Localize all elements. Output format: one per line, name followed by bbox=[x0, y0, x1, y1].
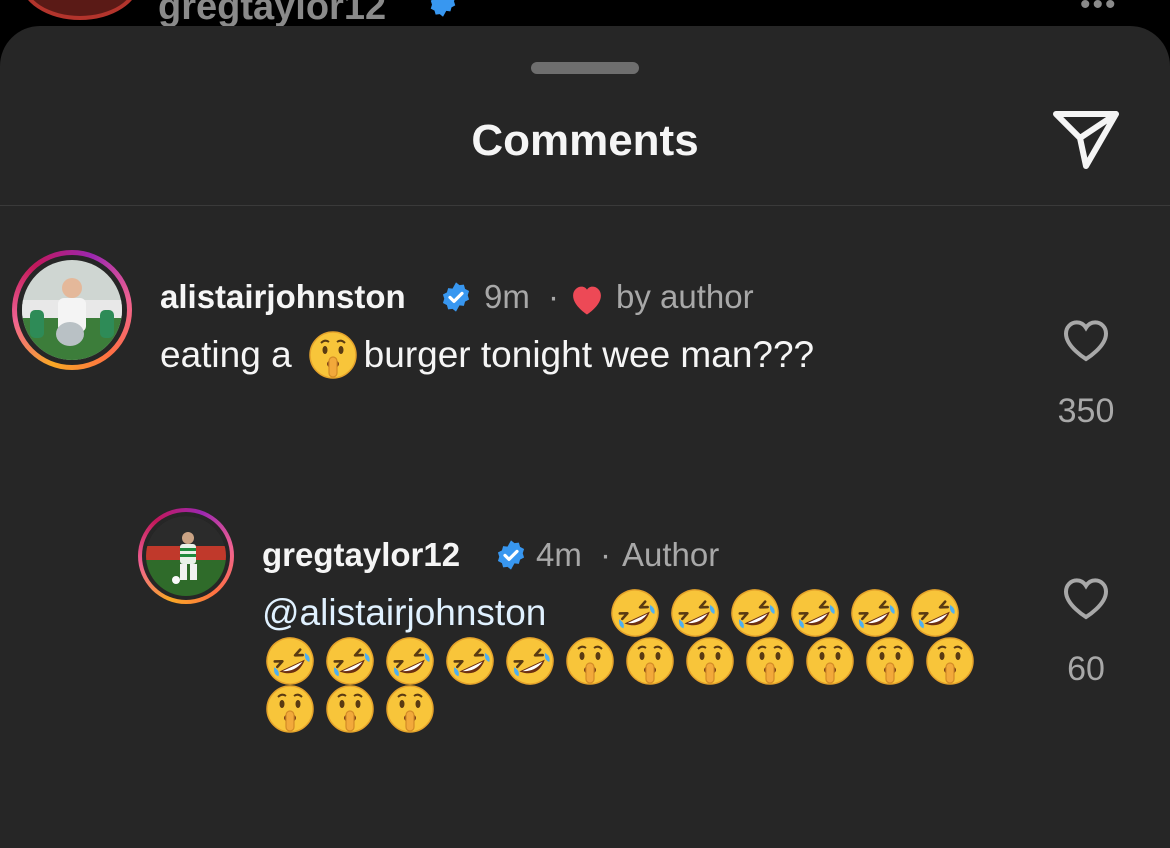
verified-badge-icon bbox=[442, 282, 470, 312]
sheet-title: Comments bbox=[471, 116, 699, 165]
comments-sheet: Comments alistairjohnston 9m · by author… bbox=[0, 26, 1170, 848]
header-divider bbox=[0, 205, 1170, 206]
rolling-on-floor-laughing-emoji-icon bbox=[910, 588, 960, 638]
more-options-icon[interactable]: ••• bbox=[1080, 0, 1118, 20]
shushing-face-emoji-icon bbox=[385, 684, 435, 734]
meta-separator: · bbox=[600, 536, 611, 573]
shushing-face-emoji-icon bbox=[745, 636, 795, 686]
like-count: 60 bbox=[1067, 650, 1105, 688]
shushing-face-emoji-icon bbox=[325, 684, 375, 734]
reply-username[interactable]: gregtaylor12 bbox=[262, 536, 460, 574]
meta-separator: · bbox=[548, 278, 559, 315]
shushing-face-emoji-icon bbox=[805, 636, 855, 686]
comment-text-part: eating a bbox=[160, 334, 292, 375]
shushing-face-emoji-icon bbox=[865, 636, 915, 686]
rolling-on-floor-laughing-emoji-icon bbox=[670, 588, 720, 638]
rolling-on-floor-laughing-emoji-icon bbox=[445, 636, 495, 686]
shushing-face-emoji-icon bbox=[625, 636, 675, 686]
shushing-face-emoji-icon bbox=[925, 636, 975, 686]
shushing-face-emoji-icon bbox=[685, 636, 735, 686]
avatar[interactable] bbox=[22, 260, 122, 360]
like-count: 350 bbox=[1057, 392, 1115, 430]
rolling-on-floor-laughing-emoji-icon bbox=[325, 636, 375, 686]
rolling-on-floor-laughing-emoji-icon bbox=[790, 588, 840, 638]
comment-text-part: burger tonight wee man??? bbox=[363, 334, 815, 375]
reply-time: 4m bbox=[536, 536, 582, 573]
avatar[interactable] bbox=[146, 516, 226, 596]
verified-badge-icon bbox=[430, 0, 456, 17]
rolling-on-floor-laughing-emoji-icon bbox=[730, 588, 780, 638]
comment-time: 9m bbox=[484, 278, 530, 315]
avatar-story-ring[interactable] bbox=[138, 508, 234, 604]
heart-outline-icon[interactable] bbox=[1060, 574, 1112, 622]
background-username: gregtaylor12 bbox=[158, 0, 387, 28]
avatar-story-ring[interactable] bbox=[12, 250, 132, 370]
background-avatar bbox=[20, 0, 140, 20]
verified-badge-icon bbox=[497, 540, 525, 570]
rolling-on-floor-laughing-emoji-icon bbox=[265, 636, 315, 686]
comment-username[interactable]: alistairjohnston bbox=[160, 278, 406, 316]
rolling-on-floor-laughing-emoji-icon bbox=[505, 636, 555, 686]
paper-plane-icon[interactable] bbox=[1050, 106, 1122, 172]
rolling-on-floor-laughing-emoji-icon bbox=[850, 588, 900, 638]
shushing-face-emoji-icon bbox=[565, 636, 615, 686]
emoji-row bbox=[265, 680, 445, 738]
liked-by-author-label: by author bbox=[616, 278, 754, 315]
rolling-on-floor-laughing-emoji-icon bbox=[385, 636, 435, 686]
rolling-on-floor-laughing-emoji-icon bbox=[610, 588, 660, 638]
heart-filled-icon bbox=[573, 286, 601, 315]
sheet-grabber[interactable] bbox=[531, 62, 639, 74]
shushing-face-emoji-icon bbox=[308, 330, 358, 380]
heart-outline-icon[interactable] bbox=[1060, 316, 1112, 364]
author-label: Author bbox=[622, 536, 720, 573]
shushing-face-emoji-icon bbox=[265, 684, 315, 734]
comment-body: eating a burger tonight wee man??? bbox=[160, 326, 814, 384]
